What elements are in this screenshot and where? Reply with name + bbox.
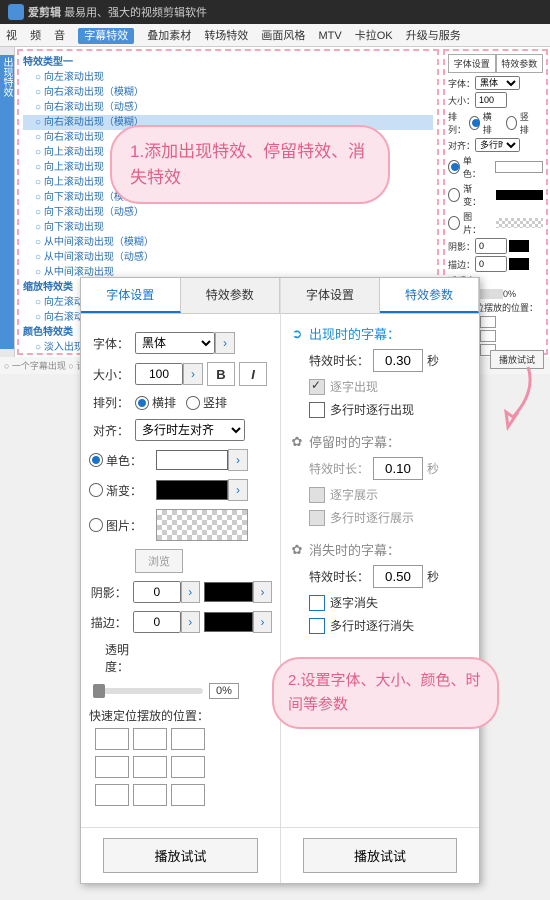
- duration-appear[interactable]: [373, 349, 423, 372]
- shadow-input[interactable]: [133, 581, 181, 603]
- menu-bar: 视 频 音 字幕特效 叠加素材 转场特效 画面风格 MTV 卡拉OK 升级与服务: [0, 24, 550, 47]
- menu-item[interactable]: 转场特效: [204, 30, 248, 42]
- align-select[interactable]: 多行时左对齐: [475, 138, 520, 152]
- section-appear: ➲出现时的字幕：: [289, 324, 471, 343]
- tree-item[interactable]: 向下滚动出现（动感）: [23, 205, 433, 220]
- checkbox-char-disappear[interactable]: [309, 595, 325, 611]
- shadow-input[interactable]: [475, 238, 507, 254]
- chevron-right-icon[interactable]: ›: [253, 611, 272, 633]
- font-select[interactable]: 黑体: [475, 76, 520, 90]
- rtab-font[interactable]: 字体设置: [448, 54, 496, 73]
- chevron-right-icon[interactable]: ›: [228, 479, 248, 501]
- radio-single-color[interactable]: 单色：: [89, 452, 142, 469]
- duration-stay[interactable]: [373, 457, 423, 480]
- checkbox-char-stay[interactable]: [309, 487, 325, 503]
- quick-position-label: 快速定位摆放的位置：: [89, 707, 272, 724]
- callout-2: 2.设置字体、大小、颜色、时间等参数: [272, 657, 499, 729]
- chevron-right-icon[interactable]: ›: [181, 611, 200, 633]
- menu-item[interactable]: 视: [6, 30, 17, 42]
- opacity-slider[interactable]: [93, 688, 203, 694]
- gear-icon: ✿: [289, 434, 305, 450]
- chevron-right-icon[interactable]: ›: [181, 581, 200, 603]
- radio-v[interactable]: 竖排: [506, 110, 533, 136]
- menu-item[interactable]: 卡拉OK: [355, 30, 393, 42]
- stroke-input[interactable]: [475, 256, 507, 272]
- italic-button[interactable]: I: [239, 362, 267, 386]
- radio-horizontal[interactable]: 横排: [135, 394, 176, 411]
- checkbox-line-disappear[interactable]: [309, 618, 325, 634]
- tree-item[interactable]: 向下滚动出现: [23, 220, 433, 235]
- play-test-button[interactable]: 播放试试: [103, 838, 257, 873]
- opacity-value: 0%: [209, 683, 239, 699]
- menu-item[interactable]: 音: [54, 30, 65, 42]
- stroke-input[interactable]: [133, 611, 181, 633]
- position-grid[interactable]: [95, 728, 272, 806]
- align-select[interactable]: 多行时左对齐: [135, 419, 245, 441]
- menu-item[interactable]: MTV: [318, 30, 341, 42]
- app-tagline: 最易用、强大的视频剪辑软件: [64, 4, 207, 20]
- font-select[interactable]: 黑体: [135, 332, 215, 354]
- tree-item[interactable]: 向右滚动出现（动感）: [23, 100, 433, 115]
- sidetab-appear[interactable]: 出现特效: [0, 55, 14, 349]
- radio-grad[interactable]: 渐变：: [448, 182, 486, 208]
- chevron-right-icon[interactable]: ›: [228, 449, 248, 471]
- title-bar: 爱剪辑 最易用、强大的视频剪辑软件: [0, 0, 550, 24]
- stroke-color[interactable]: [204, 612, 253, 632]
- callout-1: 1.添加出现特效、停留特效、消失特效: [110, 125, 390, 204]
- gear-icon: ✿: [289, 542, 305, 558]
- duration-disappear[interactable]: [373, 565, 423, 588]
- tree-item[interactable]: 从中间滚动出现（动感）: [23, 250, 433, 265]
- radio-pic[interactable]: 图片：: [448, 210, 486, 236]
- ptab-font[interactable]: 字体设置: [81, 278, 181, 313]
- color-picker[interactable]: [156, 450, 228, 470]
- radio-gradient[interactable]: 渐变：: [89, 482, 142, 499]
- size-input[interactable]: [475, 92, 507, 108]
- app-name: 爱剪辑: [28, 4, 61, 20]
- bold-button[interactable]: B: [207, 362, 235, 386]
- radio-vertical[interactable]: 竖排: [186, 394, 227, 411]
- menu-item[interactable]: 叠加素材: [147, 30, 191, 42]
- size-input[interactable]: [135, 363, 183, 385]
- radio-single[interactable]: 单色：: [448, 154, 485, 180]
- checkbox-line-appear[interactable]: [309, 402, 325, 418]
- app-logo: [8, 4, 24, 20]
- ptab-params-2[interactable]: 特效参数: [380, 278, 479, 313]
- tree-item[interactable]: 从中间滚动出现（模糊）: [23, 235, 433, 250]
- menu-item[interactable]: 画面风格: [261, 30, 305, 42]
- shadow-color[interactable]: [204, 582, 253, 602]
- chevron-right-icon[interactable]: ›: [183, 363, 203, 385]
- tree-category[interactable]: 特效类型一: [23, 55, 433, 70]
- menu-item[interactable]: 升级与服务: [406, 30, 461, 42]
- radio-picture[interactable]: 图片：: [89, 517, 142, 534]
- chevron-right-icon[interactable]: ›: [253, 581, 272, 603]
- tree-item[interactable]: 向右滚动出现（模糊）: [23, 85, 433, 100]
- side-tabs: 出现特效 停留特效 消失特效: [0, 47, 15, 357]
- checkbox-line-stay[interactable]: [309, 510, 325, 526]
- radio-h[interactable]: 横排: [469, 110, 496, 136]
- settings-popup: 字体设置 特效参数 字体：黑体› 大小：›BI 排列：横排竖排 对齐：多行时左对…: [80, 277, 480, 884]
- gradient-picker[interactable]: [156, 480, 228, 500]
- menu-item[interactable]: 频: [30, 30, 41, 42]
- checkbox-char-appear[interactable]: [309, 379, 325, 395]
- picture-preview: [156, 509, 248, 541]
- arrow-icon: [488, 362, 538, 432]
- section-disappear: ✿消失时的字幕：: [289, 540, 471, 559]
- rtab-params[interactable]: 特效参数: [496, 54, 544, 73]
- play-test-button-2[interactable]: 播放试试: [303, 838, 457, 873]
- ptab-font-2[interactable]: 字体设置: [281, 278, 380, 313]
- ptab-params[interactable]: 特效参数: [181, 278, 281, 313]
- arrow-circle-icon: ➲: [289, 326, 305, 342]
- tree-item[interactable]: 向左滚动出现: [23, 70, 433, 85]
- browse-button[interactable]: 浏览: [135, 549, 183, 573]
- section-stay: ✿停留时的字幕：: [289, 432, 471, 451]
- chevron-right-icon[interactable]: ›: [215, 332, 235, 354]
- menu-subtitle-effects[interactable]: 字幕特效: [78, 28, 134, 44]
